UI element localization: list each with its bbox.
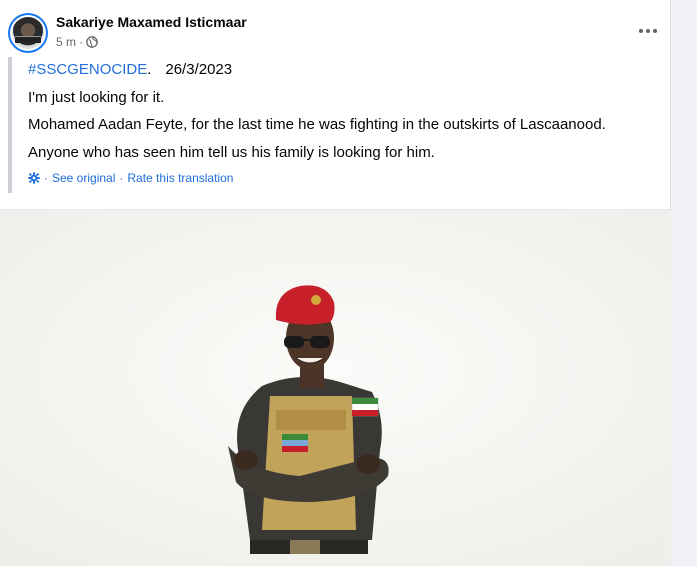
post-time[interactable]: 5 m [56, 35, 76, 49]
post-line-1: I'm just looking for it. [28, 89, 165, 106]
translated-post-text: #SSCGENOCIDE. 26/3/2023 I'm just looking … [8, 57, 628, 193]
post-header: Sakariye Maxamed Isticmaar 5 m · [8, 13, 663, 53]
post-card: Sakariye Maxamed Isticmaar 5 m · #SSCGEN… [0, 0, 671, 566]
translation-bar: · See original · Rate this translation [28, 171, 233, 185]
post-photo[interactable] [0, 210, 671, 566]
gear-icon[interactable] [28, 172, 40, 184]
avatar[interactable] [8, 13, 48, 53]
see-original-link[interactable]: See original [52, 171, 115, 185]
soldier-photo-image [0, 210, 671, 566]
post-meta: 5 m · [56, 35, 98, 49]
post-line-2: Mohamed Aadan Feyte, for the last time h… [28, 116, 606, 133]
translation-separator: · [119, 171, 124, 185]
author-name[interactable]: Sakariye Maxamed Isticmaar [56, 14, 247, 30]
globe-icon[interactable] [86, 36, 98, 48]
hashtag-line: #SSCGENOCIDE. 26/3/2023 [28, 60, 232, 80]
translation-separator: · [44, 171, 48, 185]
rate-translation-link[interactable]: Rate this translation [127, 171, 233, 185]
hashtag-suffix: . [147, 61, 152, 78]
avatar-image [12, 17, 44, 49]
post-line-3: Anyone who has seen him tell us his fami… [28, 144, 435, 161]
meta-separator: · [79, 35, 84, 49]
more-options-icon[interactable] [633, 21, 663, 41]
hashtag-link[interactable]: #SSCGENOCIDE [28, 61, 147, 78]
post-date-text: 26/3/2023 [165, 61, 233, 78]
